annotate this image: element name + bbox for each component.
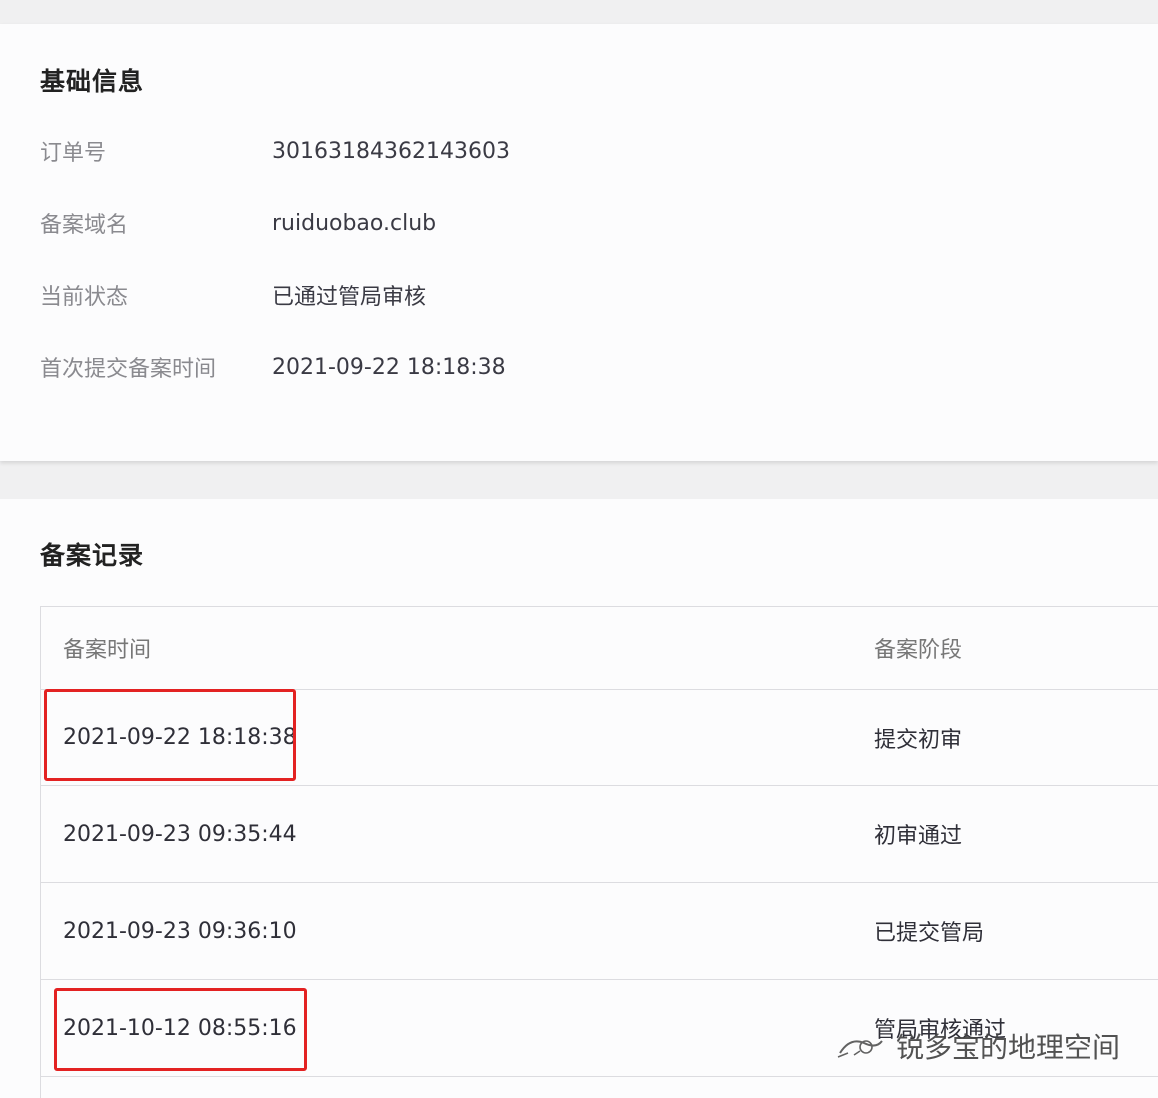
records-title: 备案记录 bbox=[40, 541, 145, 570]
status-label: 当前状态 bbox=[40, 285, 129, 310]
basic-info-title: 基础信息 bbox=[40, 67, 145, 96]
row-time: 2021-09-23 09:36:10 bbox=[63, 918, 297, 944]
column-header-stage: 备案阶段 bbox=[874, 638, 963, 663]
first-submit-value: 2021-09-22 18:18:38 bbox=[272, 354, 506, 380]
watermark: 锐多宝的地理空间 bbox=[836, 1026, 1120, 1066]
row-stage: 已提交管局 bbox=[874, 921, 985, 946]
column-header-time: 备案时间 bbox=[63, 638, 152, 663]
row-stage: 提交初审 bbox=[874, 727, 963, 753]
domain-value: ruiduobao.club bbox=[272, 210, 437, 236]
status-value: 已通过管局审核 bbox=[272, 285, 427, 310]
first-submit-label: 首次提交备案时间 bbox=[40, 357, 217, 382]
basic-info-card: 基础信息 订单号 30163184362143603 备案域名 ruiduoba… bbox=[0, 24, 1158, 461]
table-row: 2021-09-23 09:35:44 初审通过 bbox=[41, 786, 1158, 883]
page: 基础信息 订单号 30163184362143603 备案域名 ruiduoba… bbox=[0, 0, 1158, 1098]
wechat-logo-icon bbox=[837, 1040, 883, 1058]
row-stage: 初审通过 bbox=[874, 824, 963, 849]
highlight-box-approval bbox=[54, 988, 307, 1071]
domain-label: 备案域名 bbox=[40, 213, 129, 238]
order-number-row: 订单号 30163184362143603 bbox=[40, 131, 510, 171]
table-header: 备案时间 备案阶段 bbox=[41, 607, 1158, 690]
status-row: 当前状态 已通过管局审核 bbox=[40, 275, 426, 315]
order-number-value: 30163184362143603 bbox=[272, 138, 510, 164]
table-row: 2021-09-23 09:36:10 已提交管局 bbox=[41, 883, 1158, 980]
highlight-box-first-submit bbox=[44, 689, 296, 781]
watermark-text: 锐多宝的地理空间 bbox=[896, 1031, 1121, 1064]
order-number-label: 订单号 bbox=[40, 141, 107, 166]
domain-row: 备案域名 ruiduobao.club bbox=[40, 203, 436, 243]
row-time: 2021-09-23 09:35:44 bbox=[63, 821, 297, 847]
first-submit-row: 首次提交备案时间 2021-09-22 18:18:38 bbox=[40, 347, 506, 387]
